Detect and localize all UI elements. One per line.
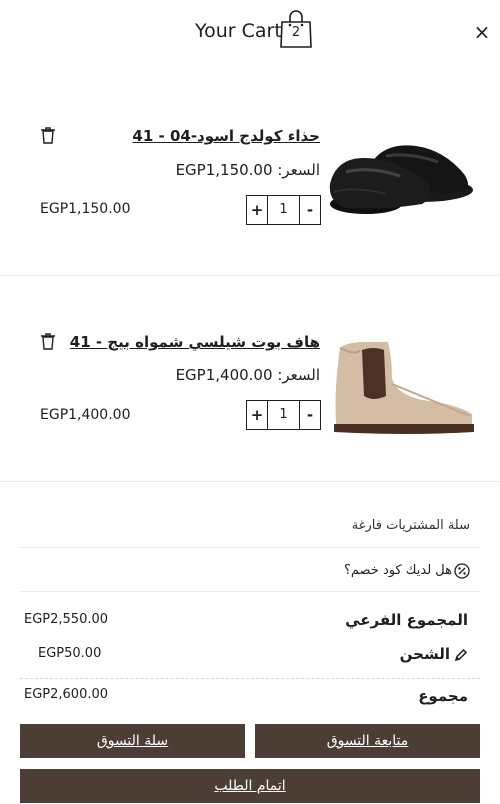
product-price: السعر: EGP1,150.00 [176, 161, 320, 179]
cart-header: Your Cart 2 × [0, 0, 500, 70]
view-cart-button[interactable]: سلة التسوق [20, 724, 245, 758]
quantity-input[interactable]: 1 [267, 196, 300, 224]
shipping-label-text: الشحن [399, 645, 450, 663]
trash-icon[interactable] [40, 126, 56, 144]
increase-button[interactable]: + [247, 401, 267, 429]
summary-divider [20, 678, 480, 679]
coupon-text: هل لديك كود خصم؟ [343, 562, 452, 578]
quantity-input[interactable]: 1 [267, 401, 300, 429]
continue-shopping-button[interactable]: متابعة التسوق [255, 724, 480, 758]
close-icon[interactable]: × [472, 20, 492, 44]
subtotal-value: EGP2,550.00 [24, 612, 109, 627]
shipping-value: EGP50.00 [38, 646, 102, 661]
discount-icon [454, 562, 470, 579]
line-total: EGP1,150.00 [40, 201, 131, 217]
product-image-black-loafer[interactable] [326, 122, 476, 232]
product-price: السعر: EGP1,400.00 [176, 366, 320, 384]
total-label: مجموع [418, 687, 468, 705]
checkout-button[interactable]: اتمام الطلب [20, 769, 480, 803]
price-label: السعر: [277, 366, 320, 384]
decrease-button[interactable]: - [300, 196, 320, 224]
cart-count-badge: 2 [291, 25, 301, 40]
product-name-link[interactable]: حذاء كولدج اسود-04 - 41 [132, 127, 320, 145]
increase-button[interactable]: + [247, 196, 267, 224]
empty-cart-note: سلة المشتريات فارغة [20, 508, 480, 548]
subtotal-label: المجموع الفرعي [345, 611, 468, 629]
line-total: EGP1,400.00 [40, 407, 131, 423]
price-value: EGP1,150.00 [175, 161, 273, 179]
total-value: EGP2,600.00 [24, 687, 109, 702]
product-name-link[interactable]: هاف بوت شيلسي شمواه بيج - 41 [70, 333, 320, 351]
cart-item: حذاء كولدج اسود-04 - 41 السعر: EGP1,150.… [0, 70, 500, 276]
price-label: السعر: [277, 161, 320, 179]
coupon-toggle[interactable]: هل لديك كود خصم؟ [20, 550, 480, 592]
price-value: EGP1,400.00 [175, 366, 273, 384]
shipping-label: الشحن [400, 645, 468, 663]
product-image-chelsea-boot[interactable] [326, 328, 476, 438]
decrease-button[interactable]: - [300, 401, 320, 429]
cart-item: هاف بوت شيلسي شمواه بيج - 41 السعر: EGP1… [0, 276, 500, 482]
quantity-stepper: + 1 - [246, 195, 321, 225]
pencil-icon[interactable] [454, 648, 468, 662]
cart-title: Your Cart [195, 20, 282, 42]
quantity-stepper: + 1 - [246, 400, 321, 430]
trash-icon[interactable] [40, 332, 56, 350]
